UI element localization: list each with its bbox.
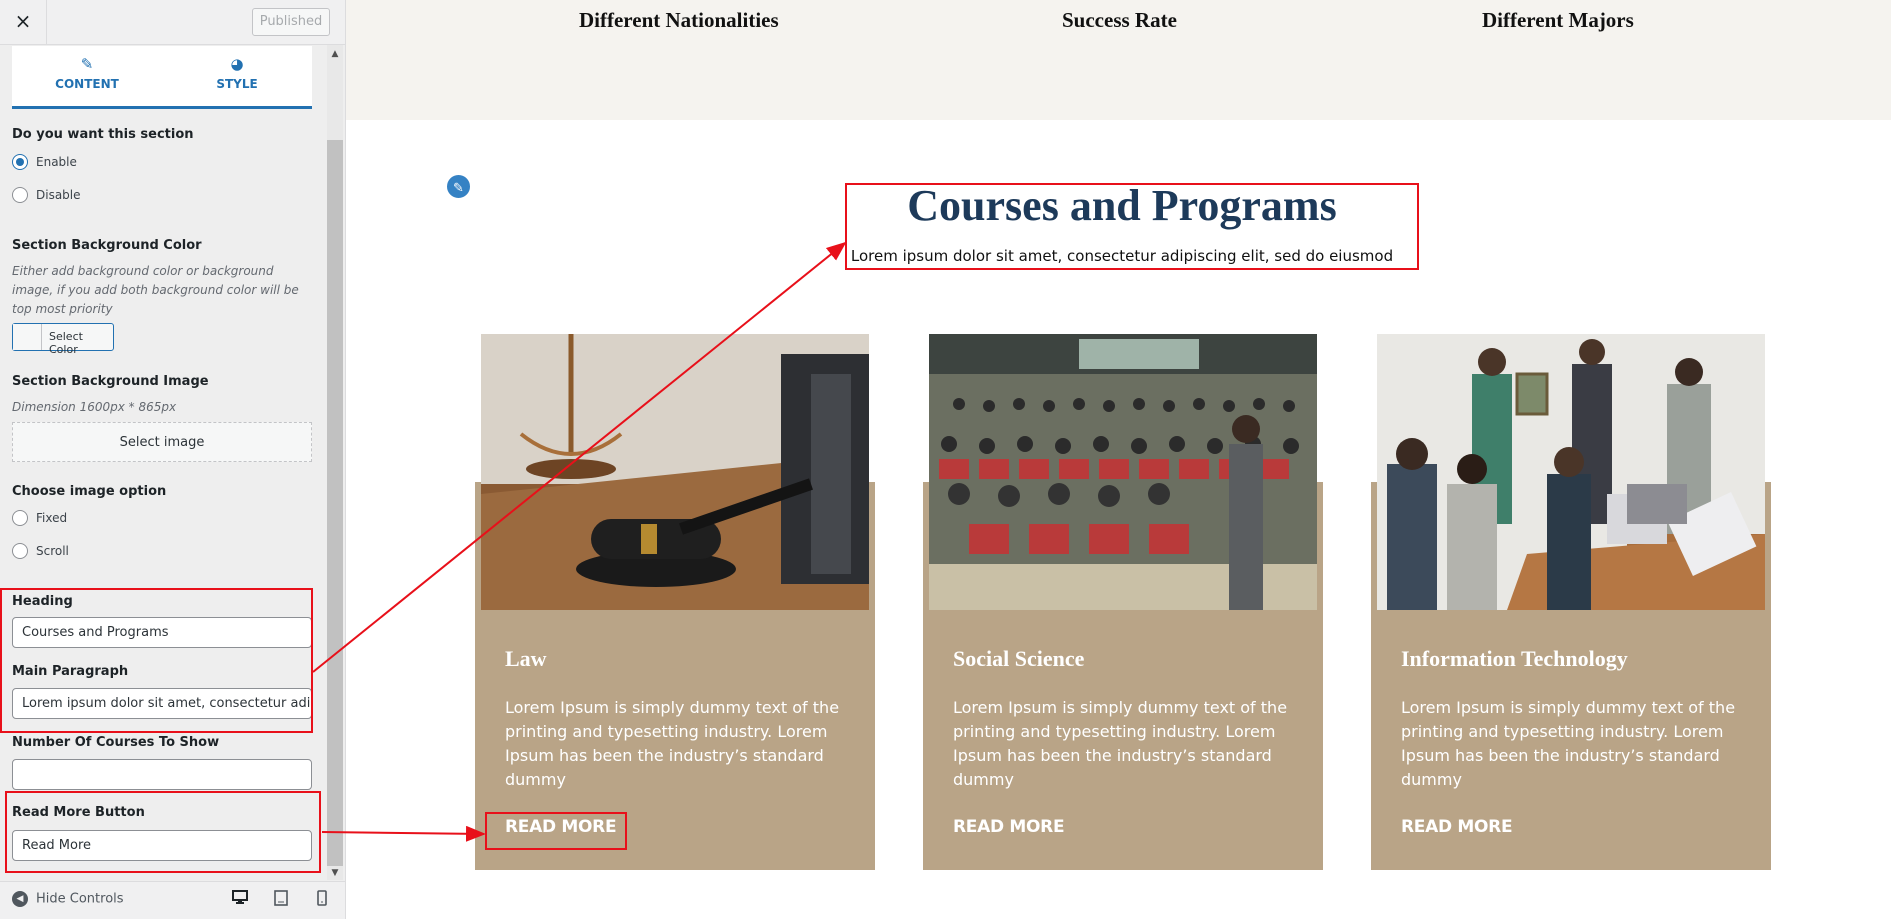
- annotation-arrows: [312, 241, 847, 842]
- arrow-heading-to-preview: [312, 241, 847, 673]
- arrow-readmore-to-preview: [321, 825, 486, 842]
